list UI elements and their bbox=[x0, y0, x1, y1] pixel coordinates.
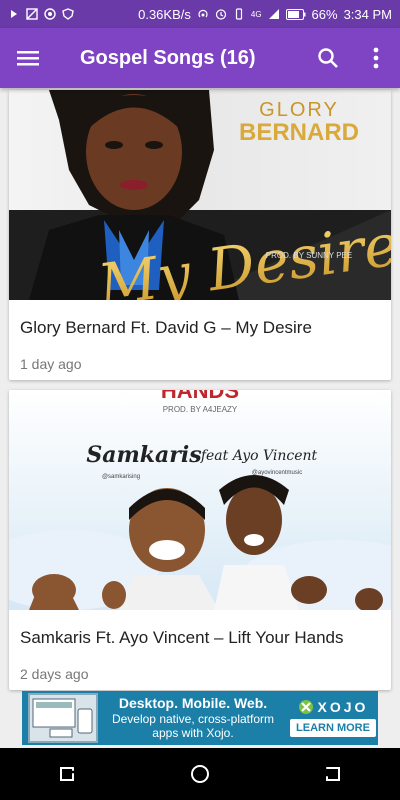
app-bar: Gospel Songs (16) bbox=[0, 28, 400, 88]
post-artwork-image[interactable]: GLORY BERNARD My Desire PROD. BY SUNNY P… bbox=[9, 90, 391, 300]
back-button[interactable] bbox=[303, 748, 363, 800]
more-options-button[interactable] bbox=[352, 28, 400, 88]
artwork-producer: PROD. BY A4JEAZY bbox=[163, 405, 238, 414]
artwork-illustration: GLORY BERNARD My Desire PROD. BY SUNNY P… bbox=[9, 90, 391, 300]
post-timestamp: 1 day ago bbox=[20, 356, 82, 372]
post-title[interactable]: Glory Bernard Ft. David G – My Desire bbox=[9, 300, 391, 338]
post-timestamp: 2 days ago bbox=[20, 666, 89, 682]
artwork-artist-left-handle: @samkarising bbox=[102, 474, 140, 480]
battery-level: 66% bbox=[311, 6, 338, 22]
artwork-illustration: HANDS PROD. BY A4JEAZY Samkaris @samkari… bbox=[9, 390, 391, 610]
artwork-feat-artist: feat Ayo Vincent bbox=[200, 448, 318, 464]
artwork-producer: PROD. BY SUNNY PEE bbox=[266, 251, 352, 260]
post-artwork-image[interactable]: HANDS PROD. BY A4JEAZY Samkaris @samkari… bbox=[9, 390, 391, 610]
menu-button[interactable] bbox=[0, 28, 56, 88]
search-button[interactable] bbox=[304, 28, 352, 88]
ad-banner[interactable]: Desktop. Mobile. Web. Develop native, cr… bbox=[22, 691, 378, 745]
recents-icon bbox=[59, 767, 74, 781]
back-icon bbox=[326, 767, 341, 781]
signal-icon bbox=[268, 9, 279, 19]
shield-icon bbox=[62, 8, 74, 20]
ad-device-image bbox=[28, 693, 98, 743]
alarm-icon bbox=[215, 9, 226, 20]
ad-headline: Desktop. Mobile. Web. bbox=[118, 695, 268, 712]
more-vert-icon bbox=[373, 47, 379, 69]
page-title: Gospel Songs (16) bbox=[80, 46, 256, 69]
artwork-artist-top: GLORY bbox=[259, 99, 339, 121]
no-sim-icon bbox=[26, 8, 38, 20]
hotspot-icon bbox=[198, 9, 208, 18]
battery-icon bbox=[285, 8, 306, 20]
status-bar: 0.36KB/s 4G 66% 3:34 PM bbox=[0, 0, 400, 28]
artwork-artist-bottom: BERNARD bbox=[239, 119, 359, 146]
post-title[interactable]: Samkaris Ft. Ayo Vincent – Lift Your Han… bbox=[9, 610, 391, 648]
menu-icon bbox=[17, 51, 39, 66]
artwork-feat-handle: @ayovincentmusic bbox=[252, 470, 302, 476]
post-card[interactable]: GLORY BERNARD My Desire PROD. BY SUNNY P… bbox=[9, 90, 391, 380]
ad-cta-button[interactable]: LEARN MORE bbox=[290, 719, 376, 737]
xojo-logo-icon bbox=[298, 700, 313, 714]
search-icon bbox=[318, 48, 338, 68]
home-icon bbox=[190, 765, 209, 783]
network-type: 4G bbox=[250, 9, 262, 19]
home-button[interactable] bbox=[170, 748, 230, 800]
clock: 3:34 PM bbox=[343, 6, 392, 22]
ad-body: Develop native, cross-platform apps with… bbox=[111, 712, 275, 741]
notification-icon bbox=[11, 10, 17, 18]
data-saver-icon bbox=[44, 8, 56, 20]
ad-brand: XOJO bbox=[298, 699, 369, 715]
system-nav-bar bbox=[0, 748, 400, 800]
vibrate-icon bbox=[235, 8, 242, 20]
post-list[interactable]: GLORY BERNARD My Desire PROD. BY SUNNY P… bbox=[0, 88, 400, 748]
devices-icon bbox=[32, 698, 93, 738]
artwork-banner: HANDS bbox=[161, 390, 239, 403]
recents-button[interactable] bbox=[37, 748, 97, 800]
ad-brand-name: XOJO bbox=[317, 699, 369, 715]
artwork-artist-left: Samkaris bbox=[86, 442, 201, 468]
network-speed: 0.36KB/s bbox=[138, 6, 191, 22]
post-card[interactable]: HANDS PROD. BY A4JEAZY Samkaris @samkari… bbox=[9, 390, 391, 690]
